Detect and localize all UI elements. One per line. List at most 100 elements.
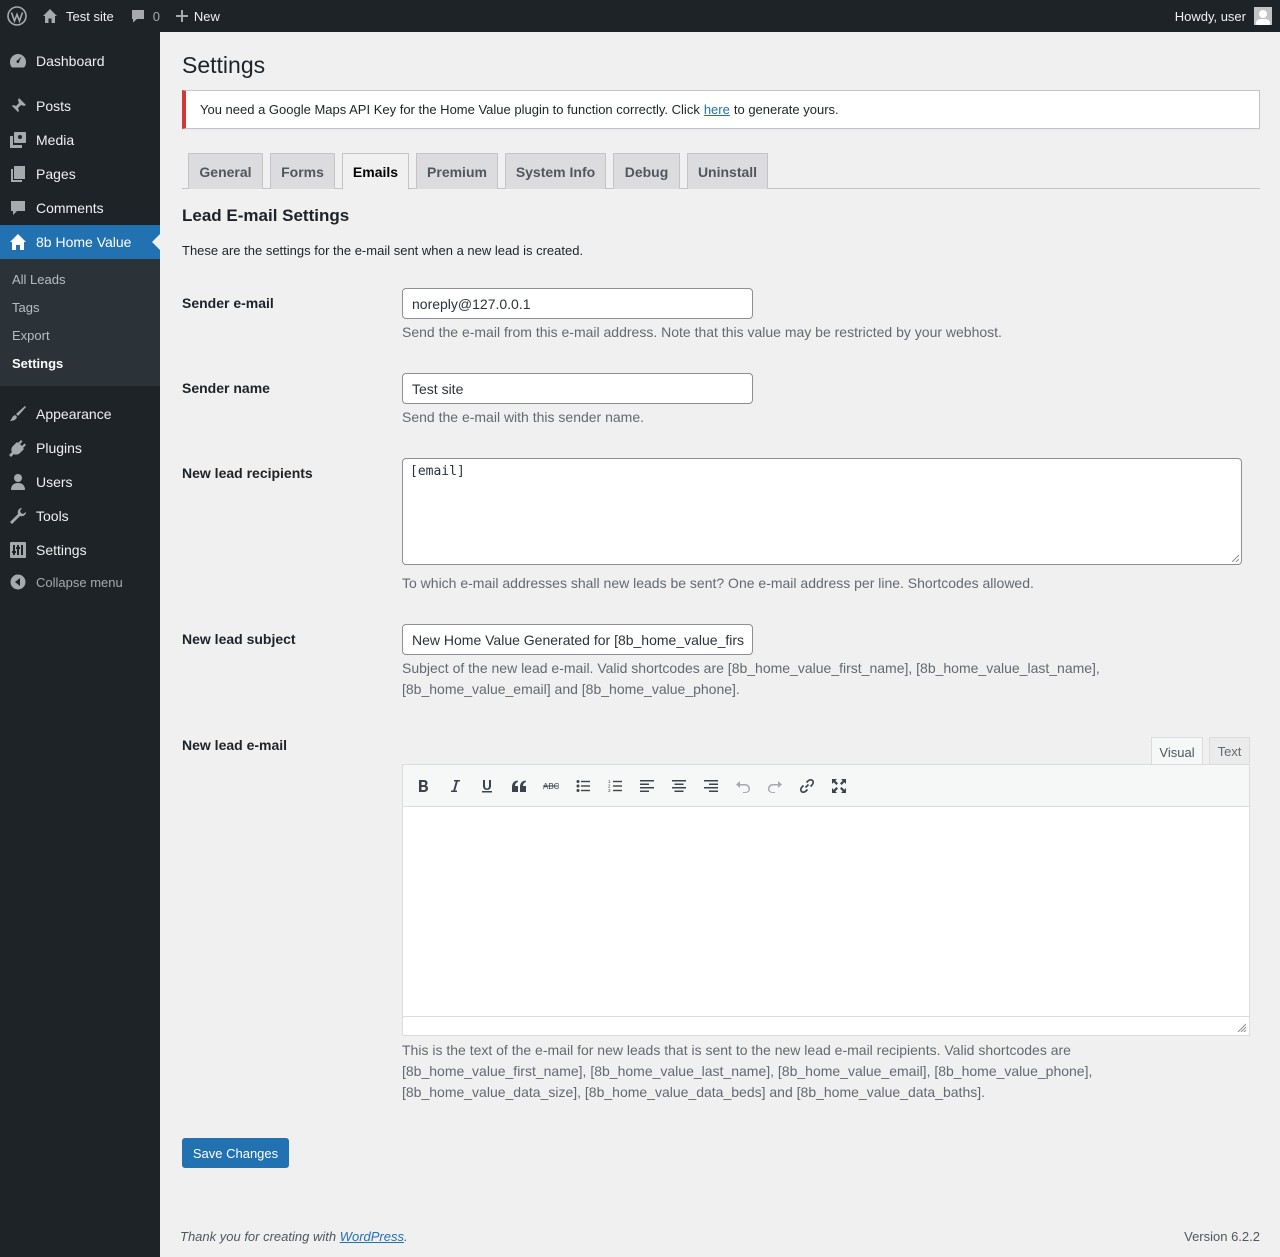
menu-label-users: Users [36,474,73,490]
brush-icon [10,406,26,421]
menu-item-plugins[interactable]: Plugins [0,431,160,465]
editor-statusbar [403,1016,1249,1035]
pin-icon [11,98,26,113]
save-changes-button[interactable]: Save Changes [182,1138,289,1168]
collapse-menu-button[interactable]: Collapse menu [0,572,160,592]
menu-label-pages: Pages [36,166,76,182]
email-body-editor: ABC 123 [402,764,1250,1036]
wrench-icon [10,508,26,524]
sender-email-description: Send the e-mail from this e-mail address… [402,324,1002,340]
avatar [1254,7,1272,25]
tab-system-info[interactable]: System Info [505,153,606,189]
menu-item-users[interactable]: Users [0,465,160,499]
site-name-link[interactable]: Test site [34,0,122,32]
site-name-label: Test site [66,8,114,24]
footer-thanks-text: Thank you for creating with [180,1229,337,1244]
menu-item-8b-home-value[interactable]: 8b Home Value [0,225,160,259]
underline-icon[interactable] [475,774,499,798]
sender-name-label: Sender name [182,380,270,396]
svg-text:3: 3 [608,788,611,793]
submenu-item-settings[interactable]: Settings [12,356,63,371]
recipients-label: New lead recipients [182,465,313,481]
redo-icon[interactable] [763,774,787,798]
tab-general[interactable]: General [188,153,263,189]
settings-icon [10,542,26,558]
resize-grip-icon[interactable] [1237,1023,1246,1032]
notice-text-before: You need a Google Maps API Key for the H… [200,102,700,117]
settings-tabs: General Forms Emails Premium System Info… [182,153,1260,190]
menu-label-appearance: Appearance [36,406,112,422]
error-notice: You need a Google Maps API Key for the H… [182,90,1260,129]
tab-uninstall[interactable]: Uninstall [687,153,768,189]
submenu-item-tags[interactable]: Tags [12,300,39,315]
tab-premium[interactable]: Premium [416,153,498,189]
subject-input[interactable]: New Home Value Generated for [8b_home_va… [402,624,753,655]
blockquote-icon[interactable] [507,774,531,798]
admin-menu: Dashboard Posts Media Pages Comments 8b … [0,32,160,1257]
bullet-list-icon[interactable] [571,774,595,798]
section-description: These are the settings for the e-mail se… [182,243,584,258]
tab-emails[interactable]: Emails [342,153,409,190]
menu-item-tools[interactable]: Tools [0,499,160,533]
fullscreen-icon[interactable] [827,774,851,798]
resize-grip-icon[interactable] [1231,554,1239,562]
home-icon [43,9,57,23]
sender-email-label: Sender e-mail [182,295,274,311]
sender-name-description: Send the e-mail with this sender name. [402,409,645,425]
pages-icon [11,166,25,182]
submenu-8b-home-value: All Leads Tags Export Settings [0,259,160,386]
submenu-item-all-leads[interactable]: All Leads [12,272,65,287]
numbered-list-icon[interactable]: 123 [603,774,627,798]
comments-count: 0 [152,8,160,24]
my-account-link[interactable]: Howdy, user [1167,0,1280,32]
wordpress-logo-icon[interactable] [0,0,34,32]
recipients-textarea[interactable]: [email] [402,458,1242,565]
plug-icon [9,440,26,457]
sender-name-input[interactable]: Test site [402,373,753,404]
bold-icon[interactable] [411,774,435,798]
notice-link[interactable]: here [704,102,730,117]
sender-email-input[interactable]: noreply@127.0.0.1 [402,288,753,319]
user-icon [11,474,25,490]
editor-tab-text[interactable]: Text [1209,737,1250,765]
tab-debug[interactable]: Debug [613,153,680,189]
subject-description: Subject of the new lead e-mail. Valid sh… [402,660,1100,697]
menu-item-comments[interactable]: Comments [0,191,160,225]
link-icon[interactable] [795,774,819,798]
admin-bar: Test site 0 New Howdy, user [0,0,1280,32]
menu-label-tools: Tools [36,508,69,524]
menu-label-media: Media [36,132,75,148]
footer-wordpress-link[interactable]: WordPress [340,1229,404,1244]
email-body-label: New lead e-mail [182,737,288,753]
comment-icon [131,10,144,23]
italic-icon[interactable] [443,774,467,798]
align-right-icon[interactable] [699,774,723,798]
comment-icon [11,201,25,215]
align-left-icon[interactable] [635,774,659,798]
menu-label-8b-home-value: 8b Home Value [36,234,132,250]
submenu-item-export[interactable]: Export [12,328,50,343]
section-title: Lead E-mail Settings [182,206,350,225]
collapse-arrow-icon [10,574,26,590]
editor-tab-visual[interactable]: Visual [1151,737,1203,766]
recipients-description: To which e-mail addresses shall new lead… [402,575,1034,591]
menu-item-media[interactable]: Media [0,123,160,157]
menu-item-posts[interactable]: Posts [0,89,160,123]
align-center-icon[interactable] [667,774,691,798]
menu-item-pages[interactable]: Pages [0,157,160,191]
subject-label: New lead subject [182,631,296,647]
home-icon [10,234,26,250]
undo-icon[interactable] [731,774,755,798]
page-title: Settings [182,52,266,78]
dashboard-icon [9,54,27,68]
howdy-label: Howdy, user [1174,8,1246,24]
new-content-link[interactable]: New [168,0,228,32]
menu-item-dashboard[interactable]: Dashboard [0,44,160,78]
strikethrough-icon[interactable]: ABC [539,774,563,798]
tab-forms[interactable]: Forms [270,153,335,189]
menu-item-appearance[interactable]: Appearance [0,397,160,431]
recipients-value: [email] [410,464,465,479]
comments-link[interactable]: 0 [122,0,168,32]
menu-item-settings[interactable]: Settings [0,533,160,567]
plus-icon [175,10,188,22]
